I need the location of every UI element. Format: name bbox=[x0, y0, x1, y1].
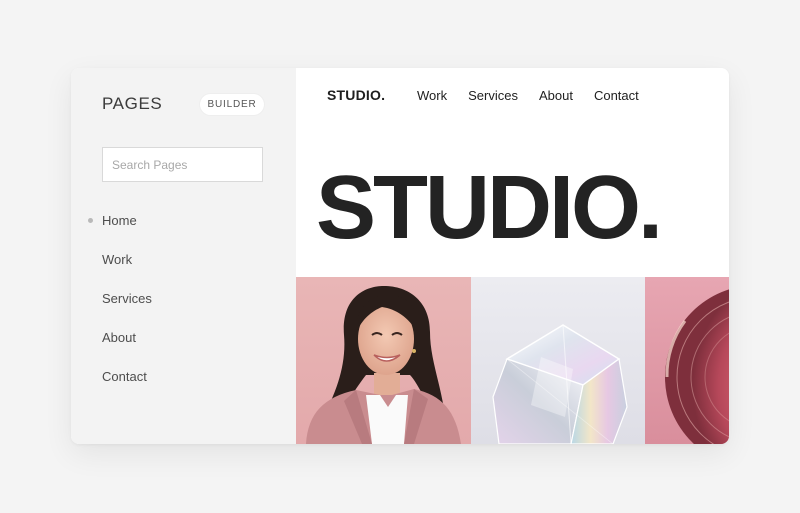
page-preview: STUDIO. Work Services About Contact STUD… bbox=[296, 68, 729, 444]
sidebar-item-work[interactable]: Work bbox=[71, 243, 296, 282]
nav-link-about[interactable]: About bbox=[539, 88, 573, 103]
builder-badge[interactable]: BUILDER bbox=[200, 94, 264, 115]
glass-cube-photo-icon bbox=[492, 324, 628, 444]
site-logo[interactable]: STUDIO. bbox=[327, 87, 385, 103]
sidebar-item-contact[interactable]: Contact bbox=[71, 360, 296, 399]
page-list: Home Work Services About Contact bbox=[71, 204, 296, 399]
hero-title: STUDIO. bbox=[316, 158, 663, 258]
sidebar-item-label: Home bbox=[102, 213, 137, 228]
glass-cube-tile[interactable] bbox=[471, 277, 645, 444]
sidebar-item-home[interactable]: Home bbox=[71, 204, 296, 243]
portrait-photo-icon bbox=[306, 285, 461, 444]
sidebar-title: PAGES bbox=[102, 94, 163, 113]
active-dot-icon bbox=[88, 218, 93, 223]
nav-link-work[interactable]: Work bbox=[417, 88, 447, 103]
portrait-tile[interactable] bbox=[296, 277, 471, 444]
sidebar-item-label: Work bbox=[102, 252, 133, 267]
search-pages-input[interactable] bbox=[102, 147, 263, 182]
nav-link-contact[interactable]: Contact bbox=[594, 88, 639, 103]
pages-sidebar: PAGES BUILDER Home Work Services About C… bbox=[71, 68, 296, 444]
nav-link-services[interactable]: Services bbox=[468, 88, 518, 103]
image-tiles bbox=[296, 277, 729, 444]
sidebar-item-about[interactable]: About bbox=[71, 321, 296, 360]
sidebar-item-label: Contact bbox=[102, 369, 147, 384]
builder-window: PAGES BUILDER Home Work Services About C… bbox=[71, 68, 729, 444]
sidebar-item-services[interactable]: Services bbox=[71, 282, 296, 321]
site-nav: Work Services About Contact bbox=[417, 88, 639, 103]
sidebar-item-label: About bbox=[102, 330, 136, 345]
vinyl-disc-tile[interactable] bbox=[645, 277, 729, 444]
vinyl-disc-photo-icon bbox=[665, 289, 729, 444]
sidebar-item-label: Services bbox=[102, 291, 152, 306]
